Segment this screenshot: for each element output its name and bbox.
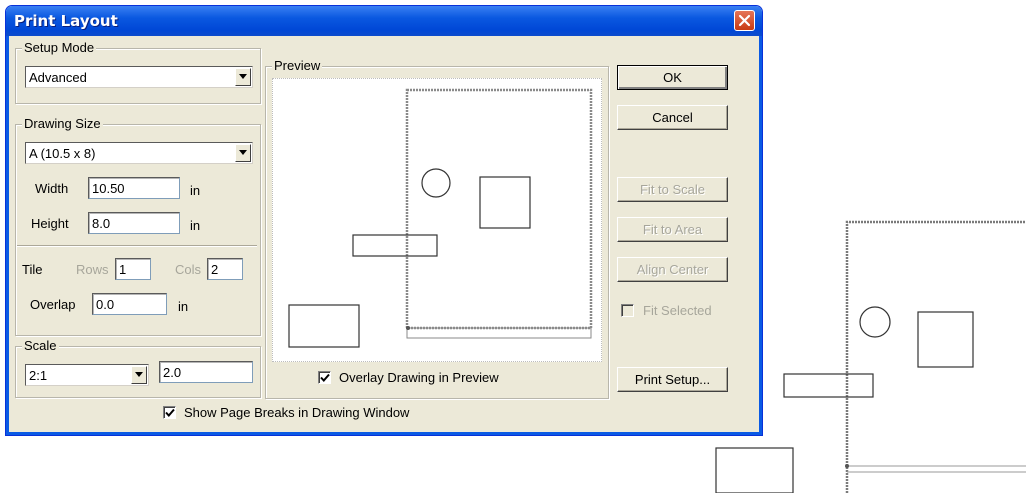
rows-field[interactable]: 1 [115, 258, 151, 280]
width-field[interactable]: 10.50 [88, 177, 180, 199]
chevron-down-icon [239, 74, 247, 79]
rows-label: Rows [76, 262, 109, 277]
fit-selected-label[interactable]: Fit Selected [643, 303, 712, 318]
close-icon [738, 14, 751, 27]
drawing-size-select[interactable]: A (10.5 x 8) [25, 142, 253, 164]
cols-label: Cols [175, 262, 202, 277]
width-label: Width [35, 181, 69, 196]
setup-mode-value: Advanced [29, 70, 87, 85]
fit-selected-checkbox[interactable] [621, 304, 634, 317]
preview-canvas [272, 78, 602, 362]
checkmark-icon [320, 373, 330, 382]
overlap-field[interactable]: 0.0 [92, 293, 167, 315]
drawing-circle-shape [859, 306, 891, 338]
cols-value: 2 [211, 262, 219, 277]
preview-label: Preview [272, 58, 323, 73]
width-value: 10.50 [92, 181, 125, 196]
scale-select[interactable]: 2:1 [25, 364, 149, 386]
drawing-page-boundary [845, 220, 1026, 493]
setup-mode-dropdown-button[interactable] [235, 68, 251, 86]
drawing-size-value: A (10.5 x 8) [29, 146, 96, 161]
overlap-unit: in [178, 299, 189, 314]
scale-select-value: 2:1 [29, 368, 48, 383]
setup-mode-select[interactable]: Advanced [25, 66, 253, 88]
height-field[interactable]: 8.0 [88, 212, 180, 234]
tile-separator [17, 245, 257, 247]
drawing-bar-shape [783, 373, 874, 398]
ok-button[interactable]: OK [617, 65, 728, 90]
preview-square-shape [479, 176, 531, 229]
print-layout-dialog: Print Layout Setup Mode Advanced Drawing… [5, 5, 763, 436]
drawing-size-dropdown-button[interactable] [235, 144, 251, 162]
scale-value: 2.0 [163, 365, 182, 380]
close-button[interactable] [734, 10, 755, 31]
scale-field[interactable]: 2.0 [159, 361, 253, 383]
rows-value: 1 [119, 262, 127, 277]
chevron-down-icon [239, 150, 247, 155]
width-unit: in [190, 183, 201, 198]
page-breaks-label[interactable]: Show Page Breaks in Drawing Window [184, 405, 409, 420]
overlap-value: 0.0 [96, 297, 115, 312]
tile-label: Tile [22, 262, 43, 277]
chevron-down-icon [135, 372, 143, 377]
cols-field[interactable]: 2 [207, 258, 243, 280]
preview-circle-shape [421, 168, 451, 198]
checkmark-icon [165, 408, 175, 417]
preview-drawing [288, 88, 593, 348]
page-break-strip [406, 327, 592, 339]
page-breaks-checkbox[interactable] [163, 406, 176, 419]
overlay-label[interactable]: Overlay Drawing in Preview [339, 370, 499, 385]
scale-dropdown-button[interactable] [131, 366, 147, 384]
dialog-body: Setup Mode Advanced Drawing Size A (10.5… [6, 36, 762, 435]
title-bar[interactable]: Print Layout [6, 6, 762, 36]
scale-label: Scale [22, 338, 59, 353]
drawing-size-label: Drawing Size [22, 116, 103, 131]
overlap-label: Overlap [30, 297, 76, 312]
preview-bar-shape [352, 234, 438, 257]
drawing-canvas [715, 220, 1026, 493]
drawing-page-break-line [847, 465, 1026, 473]
height-unit: in [190, 218, 201, 233]
overlay-checkbox[interactable] [318, 371, 331, 384]
drawing-square-shape [917, 311, 974, 368]
fit-to-scale-button[interactable]: Fit to Scale [617, 177, 728, 202]
setup-mode-label: Setup Mode [22, 40, 97, 55]
drawing-small-rect-shape [715, 447, 794, 493]
height-value: 8.0 [92, 216, 111, 231]
height-label: Height [31, 216, 69, 231]
cancel-button[interactable]: Cancel [617, 105, 728, 130]
preview-small-rect-shape [288, 304, 360, 348]
window-title: Print Layout [14, 12, 118, 30]
page-boundary [405, 88, 593, 330]
